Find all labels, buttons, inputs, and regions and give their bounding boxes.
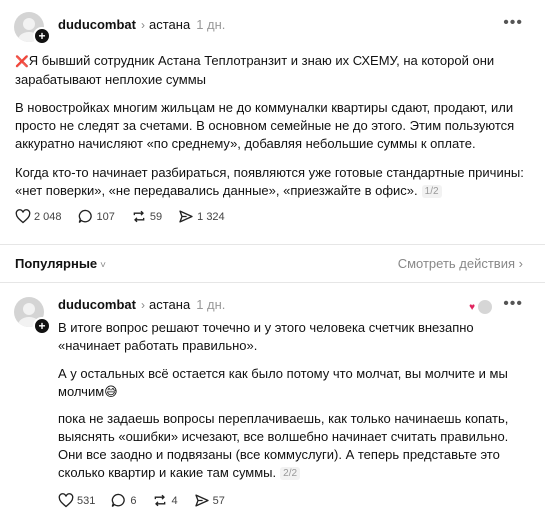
post-header: duducombat › астана 1 дн. — [58, 297, 225, 312]
comment-button[interactable]: 6 — [111, 493, 136, 508]
like-count: 2 048 — [34, 210, 62, 223]
view-activity-link[interactable]: Смотреть действия › — [398, 256, 523, 271]
repost-icon — [155, 494, 166, 507]
post-actions: 531 6 4 57 — [58, 493, 225, 508]
divider — [0, 244, 545, 245]
chevron-down-icon: ˅ — [100, 260, 107, 271]
liked-by-indicator[interactable]: ♥ — [469, 299, 493, 315]
chevron-right-icon: › — [141, 298, 145, 312]
comment-button[interactable]: 107 — [78, 209, 115, 224]
chevron-right-icon: › — [518, 256, 523, 271]
username[interactable]: duducombat — [58, 17, 136, 32]
post-time: 1 дн. — [196, 297, 226, 312]
sort-bar: Популярные ˅ Смотреть действия › — [0, 250, 545, 278]
repost-button[interactable]: 59 — [131, 209, 162, 224]
send-icon — [179, 210, 193, 223]
share-button[interactable]: 57 — [194, 493, 225, 508]
post-header: duducombat › астана 1 дн. — [58, 17, 225, 32]
comment-icon — [78, 209, 92, 223]
username[interactable]: duducombat — [58, 297, 136, 312]
post-paragraph: В итоге вопрос решают точечно и у этого … — [58, 320, 474, 353]
cross-mark-icon: ❌ — [15, 56, 29, 68]
heart-icon: ♥ — [469, 301, 475, 313]
post-actions: 2 048 107 59 1 324 — [15, 209, 225, 224]
post-time: 1 дн. — [196, 17, 226, 32]
community-link[interactable]: астана — [149, 297, 190, 312]
divider — [0, 282, 545, 283]
community-link[interactable]: астана — [149, 17, 190, 32]
chevron-right-icon: › — [141, 18, 145, 32]
post-paragraph: В новостройках многим жильцам не до комм… — [15, 100, 515, 151]
post: + duducombat › астана 1 дн. ••• ❌Я бывший с… — [0, 0, 545, 245]
page-indicator: 2/2 — [280, 467, 301, 480]
follow-plus-icon[interactable]: + — [33, 317, 51, 335]
repost-icon — [133, 210, 145, 223]
like-button[interactable]: 2 048 — [15, 209, 62, 224]
sort-dropdown[interactable]: Популярные ˅ — [15, 256, 106, 271]
share-count: 57 — [212, 494, 225, 507]
like-count: 531 — [77, 494, 96, 507]
repost-count: 4 — [171, 494, 178, 507]
page-indicator: 1/2 — [421, 185, 442, 198]
sweat-smile-emoji: 😅 — [104, 384, 118, 399]
post-paragraph: Когда кто-то начинает разбираться, появл… — [15, 165, 524, 198]
more-options-icon[interactable]: ••• — [503, 14, 523, 32]
like-button[interactable]: 531 — [58, 493, 95, 508]
follow-plus-icon[interactable]: + — [33, 27, 51, 45]
avatar — [477, 299, 493, 315]
repost-button[interactable]: 4 — [152, 493, 178, 508]
thread-page: + duducombat › астана 1 дн. ••• ❌Я бывший с… — [0, 0, 545, 521]
comment-icon — [112, 493, 126, 507]
post: + duducombat › астана 1 дн. ♥ ••• В итоге в… — [0, 284, 545, 521]
send-icon — [194, 494, 209, 507]
share-count: 1 324 — [197, 210, 225, 223]
heart-icon — [58, 493, 74, 508]
heart-icon — [15, 209, 31, 224]
post-paragraph: ❌Я бывший сотрудник Астана Теплотранзит … — [15, 53, 495, 87]
comment-count: 107 — [96, 210, 115, 223]
sort-label: Популярные — [15, 256, 98, 271]
share-button[interactable]: 1 324 — [178, 209, 225, 224]
more-options-icon[interactable]: ••• — [503, 295, 523, 313]
repost-count: 59 — [149, 210, 163, 223]
post-paragraph: А у остальных всё остается как было пото… — [58, 366, 508, 399]
post-paragraph: пока не задаешь вопросы переплачиваешь, … — [58, 411, 509, 480]
comment-count: 6 — [130, 494, 137, 507]
